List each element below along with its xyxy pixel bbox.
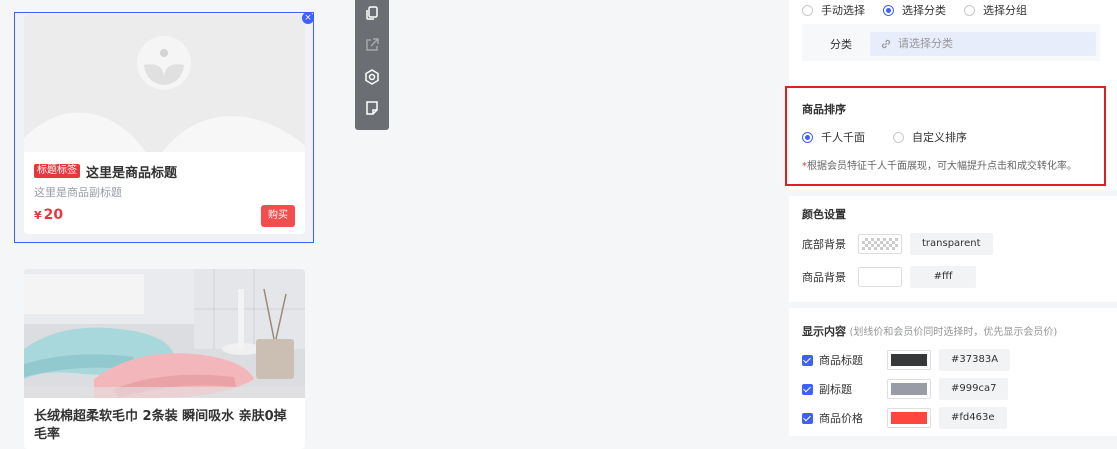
category-box: 分类 请选择分类: [802, 24, 1100, 61]
transparent-fill: [862, 238, 898, 250]
radio-circle[interactable]: [893, 131, 904, 143]
close-icon[interactable]: ×: [302, 12, 314, 24]
buy-button[interactable]: 购买: [261, 205, 295, 227]
goods-card[interactable]: 标题标签 这里是商品标题 这里是商品副标题 ¥20 购买: [24, 15, 305, 234]
goods-subtitle: 这里是商品副标题: [34, 186, 122, 199]
goods-bg-label: 商品背景: [802, 271, 846, 284]
goods-tag: 标题标签: [34, 164, 80, 178]
radio-circle-selected[interactable]: [802, 131, 813, 143]
category-placeholder: 请选择分类: [898, 37, 953, 50]
radio-label: 选择分类: [902, 4, 946, 17]
checkbox-checked[interactable]: [802, 354, 813, 366]
hint-text: 根据会员特征千人千面展现，可大幅提升点击和成交转化率。: [807, 161, 1077, 172]
display-title: 显示内容: [802, 325, 846, 338]
divider: [789, 70, 1117, 80]
category-label: 分类: [830, 38, 852, 51]
goods-bg-row: 商品背景 #fff: [802, 266, 976, 288]
settings-panel: 手动选择 选择分类 选择分组 分类 请选择分类 商品排序 千人千面 自定义排序 …: [785, 0, 1117, 436]
color-swatch[interactable]: [887, 379, 931, 399]
swatch-fill: [891, 383, 927, 395]
preview-area: 标题标签 这里是商品标题 这里是商品副标题 ¥20 购买 × 长绒棉超柔软毛巾 …: [0, 0, 328, 449]
goods-price: ¥20: [34, 207, 63, 223]
radio-label: 自定义排序: [912, 131, 967, 144]
color-swatch[interactable]: [887, 408, 931, 428]
currency-symbol: ¥: [34, 209, 42, 222]
bottom-bg-label: 底部背景: [802, 238, 846, 251]
display-header: 显示内容 (划线价和会员价同时选择时，优先显示会员价): [802, 323, 1057, 339]
sort-section-highlight: 商品排序 千人千面 自定义排序 *根据会员特征千人千面展现，可大幅提升点击和成交…: [785, 86, 1106, 186]
sort-radio-group: 千人千面 自定义排序: [802, 129, 985, 145]
source-radio-group: 手动选择 选择分类 选择分组: [802, 2, 1045, 18]
sort-hint: *根据会员特征千人千面展现，可大幅提升点击和成交转化率。: [802, 157, 1077, 172]
link-icon: [881, 39, 891, 49]
radio-label: 千人千面: [821, 131, 865, 144]
goods-image-placeholder: [24, 15, 305, 152]
note-icon[interactable]: [363, 99, 381, 117]
goods-title-2: 长绒棉超柔软毛巾 2条装 瞬间吸水 亲肤0掉毛率: [34, 409, 287, 442]
color-title: 颜色设置: [802, 208, 846, 221]
divider: [789, 302, 1117, 308]
color-value[interactable]: #37383A: [939, 349, 1011, 371]
sort-title: 商品排序: [802, 103, 846, 116]
swatch-fill: [891, 354, 927, 366]
radio-circle[interactable]: [802, 4, 813, 16]
radio-personalized[interactable]: 千人千面: [802, 129, 865, 145]
checkbox-checked[interactable]: [802, 383, 813, 395]
goods-bg-value[interactable]: #fff: [910, 266, 976, 288]
display-row-subtitle: 副标题 #999ca7: [802, 378, 1009, 400]
color-value[interactable]: #999ca7: [939, 378, 1009, 400]
display-row-title: 商品标题 #37383A: [802, 349, 1011, 371]
price-value: 20: [43, 207, 64, 223]
goods-photo: [24, 269, 305, 398]
bottom-bg-row: 底部背景 transparent: [802, 233, 993, 255]
display-label: 副标题: [819, 383, 852, 396]
bottom-bg-value[interactable]: transparent: [910, 233, 993, 255]
swatch-fill: [891, 412, 927, 424]
display-note: (划线价和会员价同时选择时，优先显示会员价): [849, 327, 1058, 338]
radio-label: 选择分组: [983, 4, 1027, 17]
display-row-price: 商品价格 #fd463e: [802, 407, 1007, 429]
component-toolbar: [355, 0, 389, 130]
radio-category[interactable]: 选择分类: [883, 2, 946, 18]
category-select[interactable]: 请选择分类: [870, 32, 1096, 56]
display-label: 商品标题: [819, 354, 863, 367]
goods-bg-swatch[interactable]: [858, 267, 902, 287]
copy-icon[interactable]: [363, 4, 381, 22]
display-label: 商品价格: [819, 412, 863, 425]
radio-circle[interactable]: [964, 4, 975, 16]
bottom-bg-swatch[interactable]: [858, 234, 902, 254]
settings-icon[interactable]: [363, 68, 381, 86]
radio-group[interactable]: 选择分组: [964, 2, 1027, 18]
goods-title: 这里是商品标题: [86, 165, 178, 181]
selected-component[interactable]: 标题标签 这里是商品标题 这里是商品副标题 ¥20 购买: [14, 12, 314, 243]
divider: [789, 190, 1117, 196]
color-swatch[interactable]: [887, 350, 931, 370]
radio-circle-selected[interactable]: [883, 4, 894, 16]
radio-manual[interactable]: 手动选择: [802, 2, 865, 18]
radio-label: 手动选择: [821, 4, 865, 17]
radio-custom-sort[interactable]: 自定义排序: [893, 129, 967, 145]
goods-card-2[interactable]: 长绒棉超柔软毛巾 2条装 瞬间吸水 亲肤0掉毛率: [24, 269, 305, 449]
white-fill: [862, 271, 898, 283]
share-icon[interactable]: [363, 36, 381, 54]
color-value[interactable]: #fd463e: [939, 407, 1007, 429]
checkbox-checked[interactable]: [802, 412, 813, 424]
